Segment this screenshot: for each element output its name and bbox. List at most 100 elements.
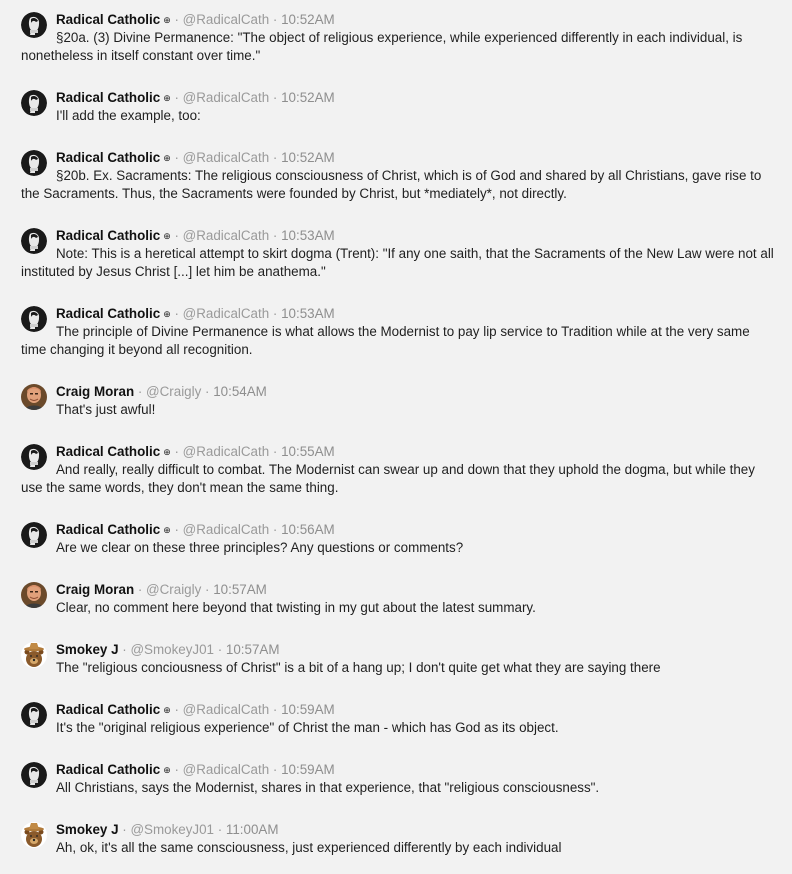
username[interactable]: Radical Catholic (56, 522, 160, 537)
message-header: Radical Catholic ⊕ · @RadicalCath · 10:59… (21, 701, 776, 719)
username[interactable]: Radical Catholic (56, 150, 160, 165)
message-header: Radical Catholic ⊕ · @RadicalCath · 10:52… (21, 89, 776, 107)
username[interactable]: Radical Catholic (56, 90, 160, 105)
message-text: It's the "original religious experience"… (56, 720, 559, 735)
message-content: Radical Catholic ⊕ · @RadicalCath · 10:52… (21, 89, 776, 125)
timestamp[interactable]: 10:53AM (281, 228, 335, 243)
user-handle[interactable]: @RadicalCath (183, 522, 270, 537)
message-text: That's just awful! (56, 402, 156, 417)
timestamp[interactable]: 10:59AM (281, 702, 335, 717)
separator-dot: · (170, 702, 183, 717)
separator-dot: · (269, 150, 282, 165)
username[interactable]: Radical Catholic (56, 702, 160, 717)
timestamp[interactable]: 10:52AM (281, 12, 335, 27)
separator-dot: · (170, 522, 183, 537)
timestamp[interactable]: 10:52AM (281, 90, 335, 105)
message-text: The "religious conciousness of Christ" i… (56, 660, 661, 675)
separator-dot: · (201, 384, 214, 399)
message-header: Radical Catholic ⊕ · @RadicalCath · 10:52… (21, 11, 776, 29)
separator-dot: · (134, 384, 147, 399)
separator-dot: · (269, 228, 282, 243)
timestamp[interactable]: 10:57AM (213, 582, 267, 597)
user-handle[interactable]: @RadicalCath (183, 702, 270, 717)
user-handle[interactable]: @RadicalCath (183, 90, 270, 105)
username[interactable]: Smokey J (56, 822, 119, 837)
message-content: Smokey J · @SmokeyJ01 · 10:57AM The "reli… (21, 641, 776, 677)
timestamp[interactable]: 11:00AM (226, 822, 279, 837)
separator-dot: · (170, 762, 183, 777)
message-text: Ah, ok, it's all the same consciousness,… (56, 840, 562, 855)
user-handle[interactable]: @SmokeyJ01 (130, 822, 214, 837)
username[interactable]: Radical Catholic (56, 762, 160, 777)
separator-dot: · (269, 306, 282, 321)
user-handle[interactable]: @Craigly (146, 582, 201, 597)
separator-dot: · (269, 90, 282, 105)
timestamp[interactable]: 10:59AM (281, 762, 335, 777)
username[interactable]: Smokey J (56, 642, 119, 657)
username[interactable]: Radical Catholic (56, 444, 160, 459)
separator-dot: · (214, 642, 226, 657)
message-content: Craig Moran · @Craigly · 10:57AM Clear, n… (21, 581, 776, 617)
separator-dot: · (118, 822, 131, 837)
user-handle[interactable]: @RadicalCath (183, 12, 270, 27)
flair-cross-icon: ⊕ (163, 153, 171, 163)
user-handle[interactable]: @RadicalCath (183, 306, 270, 321)
flair-cross-icon: ⊕ (163, 15, 171, 25)
flair-cross-icon: ⊕ (163, 231, 171, 241)
message-text: The principle of Divine Permanence is wh… (21, 324, 750, 357)
message-header: Radical Catholic ⊕ · @RadicalCath · 10:53… (21, 227, 776, 245)
separator-dot: · (269, 762, 282, 777)
username[interactable]: Craig Moran (56, 384, 134, 399)
separator-dot: · (269, 702, 282, 717)
message-header: Radical Catholic ⊕ · @RadicalCath · 10:55… (21, 443, 776, 461)
message-content: Smokey J · @SmokeyJ01 · 11:00AM Ah, ok, i… (21, 821, 776, 857)
separator-dot: · (170, 444, 183, 459)
separator-dot: · (118, 642, 131, 657)
separator-dot: · (201, 582, 214, 597)
message-header: Craig Moran · @Craigly · 10:57AM (21, 581, 776, 599)
timestamp[interactable]: 10:52AM (281, 150, 335, 165)
message-header: Smokey J · @SmokeyJ01 · 11:00AM (21, 821, 776, 839)
user-handle[interactable]: @RadicalCath (183, 228, 270, 243)
timestamp[interactable]: 10:57AM (226, 642, 280, 657)
separator-dot: · (269, 522, 282, 537)
message-content: Radical Catholic ⊕ · @RadicalCath · 10:53… (21, 227, 776, 281)
user-handle[interactable]: @RadicalCath (183, 444, 270, 459)
message-text: I'll add the example, too: (56, 108, 201, 123)
separator-dot: · (269, 444, 282, 459)
message-content: Radical Catholic ⊕ · @RadicalCath · 10:59… (21, 701, 776, 737)
timestamp[interactable]: 10:53AM (281, 306, 335, 321)
flair-cross-icon: ⊕ (163, 447, 171, 457)
message-header: Radical Catholic ⊕ · @RadicalCath · 10:59… (21, 761, 776, 779)
timestamp[interactable]: 10:54AM (213, 384, 267, 399)
separator-dot: · (170, 306, 183, 321)
username[interactable]: Radical Catholic (56, 12, 160, 27)
flair-cross-icon: ⊕ (163, 93, 171, 103)
message-content: Radical Catholic ⊕ · @RadicalCath · 10:59… (21, 761, 776, 797)
flair-cross-icon: ⊕ (163, 525, 171, 535)
message-content: Radical Catholic ⊕ · @RadicalCath · 10:52… (21, 149, 776, 203)
message-text: Are we clear on these three principles? … (56, 540, 464, 555)
username[interactable]: Radical Catholic (56, 228, 160, 243)
timestamp[interactable]: 10:55AM (281, 444, 335, 459)
separator-dot: · (170, 150, 183, 165)
message-content: Radical Catholic ⊕ · @RadicalCath · 10:56… (21, 521, 776, 557)
message-header: Radical Catholic ⊕ · @RadicalCath · 10:56… (21, 521, 776, 539)
message-content: Craig Moran · @Craigly · 10:54AM That's j… (21, 383, 776, 419)
separator-dot: · (170, 228, 183, 243)
separator-dot: · (214, 822, 226, 837)
user-handle[interactable]: @SmokeyJ01 (130, 642, 214, 657)
flair-cross-icon: ⊕ (163, 765, 171, 775)
user-handle[interactable]: @RadicalCath (183, 150, 270, 165)
username[interactable]: Radical Catholic (56, 306, 160, 321)
username[interactable]: Craig Moran (56, 582, 134, 597)
message-text: §20a. (3) Divine Permanence: "The object… (21, 30, 743, 63)
separator-dot: · (170, 90, 183, 105)
user-handle[interactable]: @Craigly (146, 384, 201, 399)
separator-dot: · (134, 582, 147, 597)
user-handle[interactable]: @RadicalCath (183, 762, 270, 777)
message-content: Radical Catholic ⊕ · @RadicalCath · 10:55… (21, 443, 776, 497)
timestamp[interactable]: 10:56AM (281, 522, 335, 537)
message-header: Craig Moran · @Craigly · 10:54AM (21, 383, 776, 401)
message-content: Radical Catholic ⊕ · @RadicalCath · 10:52… (21, 11, 776, 65)
